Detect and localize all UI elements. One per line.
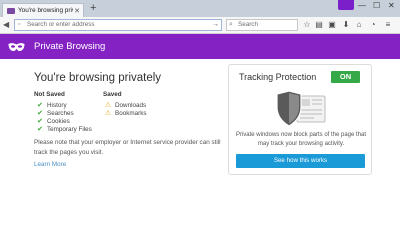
list-item: ✔ Searches <box>37 109 74 118</box>
maximize-icon[interactable]: ☐ <box>373 1 380 10</box>
list-item: ⚠ Downloads <box>104 101 147 110</box>
search-icon: ⌕ <box>229 21 233 28</box>
reading-list-icon[interactable]: ▤ <box>314 19 324 30</box>
tab-private[interactable]: You're browsing privately ✕ <box>2 3 84 17</box>
tab-bar: You're browsing privately ✕ + — ☐ ✕ <box>0 0 400 17</box>
saved-heading: Saved <box>103 91 122 98</box>
search-input[interactable]: ⌕ Search <box>226 19 298 31</box>
header-title: Private Browsing <box>34 41 106 52</box>
private-header: Private Browsing <box>0 34 400 59</box>
close-window-icon[interactable]: ✕ <box>388 1 395 10</box>
list-item: ✔ Cookies <box>37 117 70 126</box>
not-saved-heading: Not Saved <box>34 91 65 98</box>
url-placeholder: Search or enter address <box>27 21 95 28</box>
list-item: ⚠ Bookmarks <box>104 109 147 118</box>
learn-more-link[interactable]: Learn More <box>34 161 66 168</box>
back-icon[interactable]: ◀ <box>3 20 9 30</box>
private-mask-icon <box>338 0 354 10</box>
star-icon[interactable]: ☆ <box>302 19 312 30</box>
close-icon[interactable]: ✕ <box>73 7 81 15</box>
private-mask-icon <box>8 42 25 51</box>
page-title: You're browsing privately <box>34 72 162 84</box>
new-tab-button[interactable]: + <box>90 2 96 15</box>
shield-icon <box>276 90 326 127</box>
chat-icon[interactable]: ◔ <box>368 19 378 30</box>
check-icon: ✔ <box>37 118 43 125</box>
privacy-note: Please note that your employer or Intern… <box>34 139 221 156</box>
check-icon: ✔ <box>37 110 43 117</box>
tab-title: You're browsing privately <box>18 7 73 14</box>
tracking-protection-card: Tracking Protection ON Private windows n… <box>228 64 372 175</box>
check-icon: ✔ <box>37 126 43 133</box>
nav-bar: ◀ ▫ Search or enter address → ⌕ Search ☆… <box>0 17 400 34</box>
page-icon: ▫ <box>18 21 21 28</box>
card-description: Private windows now block parts of the p… <box>235 132 367 147</box>
check-icon: ✔ <box>37 102 43 109</box>
see-how-button[interactable]: See how this works <box>236 154 365 168</box>
status-badge[interactable]: ON <box>331 71 360 83</box>
card-title: Tracking Protection <box>239 72 317 82</box>
list-item: ✔ Temporary Files <box>37 125 92 134</box>
warning-icon: ⚠ <box>104 110 112 117</box>
home-icon[interactable]: ⌂ <box>354 19 364 30</box>
download-icon[interactable]: ⬇ <box>341 19 351 30</box>
list-item: ✔ History <box>37 101 67 110</box>
private-mask-favicon <box>7 7 15 14</box>
warning-icon: ⚠ <box>104 102 112 109</box>
menu-icon[interactable]: ≡ <box>383 19 393 30</box>
url-bar[interactable]: ▫ Search or enter address → <box>14 19 222 31</box>
search-placeholder: Search <box>238 21 258 28</box>
minimize-icon[interactable]: — <box>358 1 366 10</box>
go-arrow-icon[interactable]: → <box>212 20 219 30</box>
lock-icon[interactable]: ▣ <box>327 19 337 30</box>
